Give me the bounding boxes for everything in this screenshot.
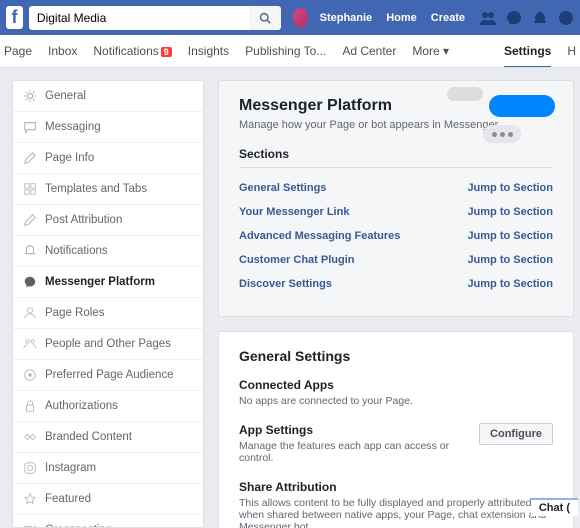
general-settings-card: General Settings Connected Apps No apps …: [218, 331, 574, 528]
decorative-pill-blue: [489, 95, 555, 117]
video-icon: [23, 523, 37, 528]
sidebar-item-people[interactable]: People and Other Pages: [13, 329, 203, 360]
sidebar-item-instagram[interactable]: Instagram: [13, 453, 203, 484]
star-icon: [23, 492, 37, 506]
section-link-messengerlink[interactable]: Your Messenger Link: [239, 206, 349, 218]
lock-icon: [23, 399, 37, 413]
sidebar-item-messaging[interactable]: Messaging: [13, 112, 203, 143]
facebook-logo[interactable]: f: [6, 6, 23, 29]
people-icon: [23, 306, 37, 320]
tab-page[interactable]: Page: [4, 44, 32, 58]
app-settings-text: Manage the features each app can access …: [239, 440, 479, 464]
connected-apps-heading: Connected Apps: [239, 378, 553, 392]
sidebar-item-featured[interactable]: Featured: [13, 484, 203, 515]
section-link-advanced[interactable]: Advanced Messaging Features: [239, 230, 400, 242]
configure-button[interactable]: Configure: [479, 423, 553, 445]
page-tabs: Page Inbox Notifications9 Insights Publi…: [0, 35, 580, 68]
tab-inbox[interactable]: Inbox: [48, 44, 77, 58]
chat-popup[interactable]: Chat (: [531, 498, 578, 516]
pencil-icon: [23, 213, 37, 227]
people-icon: [23, 337, 37, 351]
share-attribution-heading: Share Attribution: [239, 480, 553, 494]
messenger-platform-card: Messenger Platform Manage how your Page …: [218, 80, 574, 317]
avatar[interactable]: [293, 8, 308, 28]
messenger-icon: [23, 275, 37, 289]
share-attribution-text: This allows content to be fully displaye…: [239, 497, 553, 528]
sidebar-item-messenger[interactable]: Messenger Platform: [13, 267, 203, 298]
home-link[interactable]: Home: [386, 12, 417, 24]
search-button[interactable]: [249, 6, 281, 30]
tab-settings[interactable]: Settings: [504, 35, 551, 68]
tab-insights[interactable]: Insights: [188, 44, 229, 58]
typing-indicator-icon: [483, 125, 521, 143]
jump-link[interactable]: Jump to Section: [467, 182, 553, 194]
sidebar-item-pageroles[interactable]: Page Roles: [13, 298, 203, 329]
friends-icon[interactable]: [480, 10, 496, 26]
general-settings-title: General Settings: [239, 348, 553, 364]
create-link[interactable]: Create: [431, 12, 465, 24]
tab-help[interactable]: H: [567, 44, 576, 58]
tab-adcenter[interactable]: Ad Center: [342, 44, 396, 58]
notif-badge: 9: [161, 47, 172, 57]
section-link-general[interactable]: General Settings: [239, 182, 326, 194]
sidebar-item-notifications[interactable]: Notifications: [13, 236, 203, 267]
grid-icon: [23, 182, 37, 196]
sidebar-item-branded[interactable]: Branded Content: [13, 422, 203, 453]
handshake-icon: [23, 430, 37, 444]
app-settings-heading: App Settings: [239, 423, 479, 437]
search-wrap: [29, 6, 281, 30]
bell-icon[interactable]: [532, 10, 548, 26]
sidebar-item-auth[interactable]: Authorizations: [13, 391, 203, 422]
jump-link[interactable]: Jump to Section: [467, 278, 553, 290]
jump-link[interactable]: Jump to Section: [467, 230, 553, 242]
tab-more[interactable]: More ▾: [412, 44, 449, 58]
search-input[interactable]: [29, 6, 249, 30]
bell-icon: [23, 244, 37, 258]
messenger-icon[interactable]: [506, 10, 522, 26]
section-link-discover[interactable]: Discover Settings: [239, 278, 332, 290]
decorative-pill: [447, 87, 483, 101]
search-icon: [259, 12, 271, 24]
sidebar-item-postattr[interactable]: Post Attribution: [13, 205, 203, 236]
section-link-customerchat[interactable]: Customer Chat Plugin: [239, 254, 355, 266]
jump-link[interactable]: Jump to Section: [467, 254, 553, 266]
tab-publishing[interactable]: Publishing To...: [245, 44, 326, 58]
settings-sidebar: General Messaging Page Info Templates an…: [12, 80, 204, 528]
sidebar-item-templates[interactable]: Templates and Tabs: [13, 174, 203, 205]
gear-icon: [23, 89, 37, 103]
main-content: Messenger Platform Manage how your Page …: [218, 80, 574, 528]
target-icon: [23, 368, 37, 382]
profile-link[interactable]: Stephanie: [320, 12, 373, 24]
top-nav: f Stephanie Home Create: [0, 0, 580, 35]
instagram-icon: [23, 461, 37, 475]
sidebar-item-audience[interactable]: Preferred Page Audience: [13, 360, 203, 391]
jump-link[interactable]: Jump to Section: [467, 206, 553, 218]
chat-icon: [23, 120, 37, 134]
pencil-icon: [23, 151, 37, 165]
sections-heading: Sections: [239, 147, 553, 168]
connected-apps-text: No apps are connected to your Page.: [239, 395, 553, 407]
top-icons: [480, 10, 574, 26]
sidebar-item-general[interactable]: General: [13, 81, 203, 112]
tab-notifications[interactable]: Notifications9: [93, 44, 171, 58]
sidebar-item-pageinfo[interactable]: Page Info: [13, 143, 203, 174]
